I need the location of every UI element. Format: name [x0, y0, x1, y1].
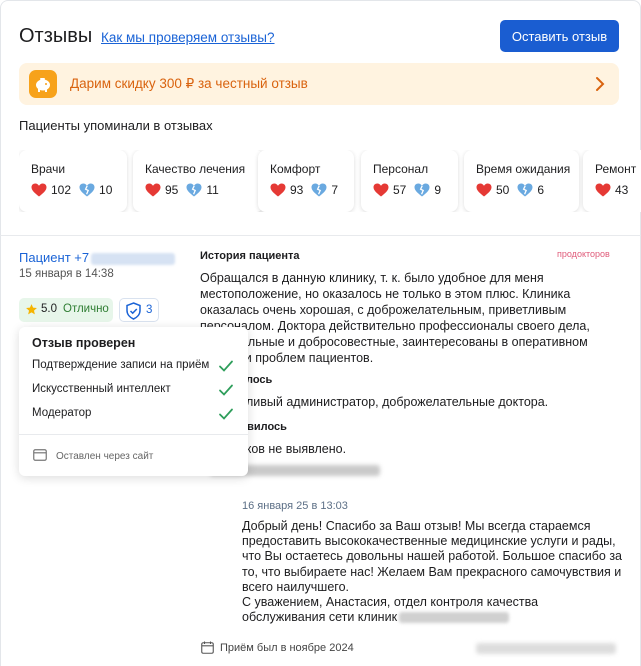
dislikes-count: 6: [537, 183, 545, 197]
heart-icon: [373, 183, 389, 197]
mention-card-comfort[interactable]: Комфорт 93 7: [258, 150, 354, 212]
review-author[interactable]: Пациент +7: [19, 250, 176, 265]
rating-value: 5.0: [41, 303, 57, 315]
mention-card-label: Время ожидания: [476, 162, 571, 176]
heart-icon: [270, 183, 286, 197]
mention-card-staff[interactable]: Персонал 57 9: [361, 150, 458, 212]
likes-count: 93: [290, 183, 304, 197]
heart-icon: [595, 183, 611, 197]
broken-heart-icon: [186, 183, 202, 197]
verification-popover: Отзыв проверен Подтверждение записи на п…: [19, 327, 248, 476]
dislikes-count: 7: [331, 183, 339, 197]
liked-text: ливый администратор, доброжелательные до…: [246, 395, 549, 409]
calendar-icon: [201, 641, 214, 654]
rating-badge: 5.0 Отлично: [19, 298, 113, 322]
review-text: Обращался в данную клинику, т. к. было у…: [200, 271, 590, 365]
check-icon: [219, 360, 233, 372]
verify-title: Отзыв проверен: [32, 336, 136, 350]
how-we-verify-link[interactable]: Как мы проверяем отзывы?: [101, 30, 275, 45]
verify-item-ai: Искусственный интеллект: [32, 383, 171, 395]
discount-promo-banner[interactable]: Дарим скидку 300 ₽ за честный отзыв: [19, 63, 619, 105]
mention-card-label: Персонал: [373, 162, 429, 176]
disliked-text: тков не выявлено.: [240, 442, 347, 456]
piggy-bank-icon: [29, 70, 57, 98]
likes-count: 43: [615, 183, 629, 197]
star-icon: [26, 304, 37, 315]
dislikes-count: 11: [206, 183, 219, 197]
hidden-doctor-blur: [476, 643, 616, 654]
hidden-clinic-name-blur: [399, 612, 510, 624]
browser-window-icon: [33, 449, 47, 461]
mention-card-treatment-quality[interactable]: Качество лечения 95 11: [133, 150, 264, 212]
verify-item-moderator: Модератор: [32, 407, 92, 419]
reviews-page: Отзывы Как мы проверяем отзывы? Оставить…: [0, 0, 641, 666]
chevron-right-icon: [596, 77, 605, 91]
divider: [19, 434, 248, 435]
dislikes-count: 10: [99, 183, 113, 197]
checks-count: 3: [146, 304, 153, 316]
hidden-phone-blur: [91, 252, 176, 265]
shield-check-icon: [126, 302, 141, 320]
heart-icon: [145, 183, 161, 197]
visit-date: Приём был в ноябре 2024: [220, 642, 354, 654]
liked-label: лось: [246, 374, 273, 386]
check-icon: [219, 384, 233, 396]
mention-card-label: Качество лечения: [145, 162, 246, 176]
broken-heart-icon: [311, 183, 327, 197]
page-title: Отзывы: [19, 25, 93, 47]
heart-icon: [31, 183, 47, 197]
reply-date: 16 января 25 в 13:03: [242, 500, 348, 512]
check-icon: [219, 408, 233, 420]
leave-review-button[interactable]: Оставить отзыв: [500, 20, 619, 52]
likes-count: 95: [165, 183, 179, 197]
mention-card-doctors[interactable]: Врачи 102 10: [19, 150, 127, 212]
rating-word: Отлично: [63, 303, 109, 315]
broken-heart-icon: [517, 183, 533, 197]
broken-heart-icon: [414, 183, 430, 197]
verify-footer: Оставлен через сайт: [56, 451, 154, 462]
review-source: продокторов: [557, 249, 610, 259]
heart-icon: [476, 183, 492, 197]
likes-count: 102: [51, 183, 72, 197]
mention-card-label: Комфорт: [270, 162, 321, 176]
patient-history-label: История пациента: [200, 250, 300, 262]
mention-card-label: Ремонт: [595, 162, 637, 176]
review-date: 15 января в 14:38: [19, 268, 114, 280]
likes-count: 50: [496, 183, 510, 197]
author-phone-prefix: Пациент +7: [19, 250, 90, 265]
mentions-label: Пациенты упоминали в отзывах: [19, 118, 213, 133]
verification-badge[interactable]: 3: [119, 298, 159, 322]
broken-heart-icon: [79, 183, 95, 197]
likes-count: 57: [393, 183, 407, 197]
mention-card-label: Врачи: [31, 162, 66, 176]
verify-item-booking: Подтверждение записи на приём: [32, 359, 210, 371]
mention-card-renovation[interactable]: Ремонт 43: [583, 150, 641, 212]
clinic-reply: Добрый день! Спасибо за Ваш отзыв! Мы вс…: [242, 519, 622, 625]
promo-text: Дарим скидку 300 ₽ за честный отзыв: [70, 76, 308, 91]
reply-body: Добрый день! Спасибо за Ваш отзыв! Мы вс…: [242, 519, 623, 594]
mention-card-waiting-time[interactable]: Время ожидания 50 6: [464, 150, 579, 212]
mention-cards: Врачи 102 10 Качество лечения 95 11 Комф…: [19, 150, 641, 212]
dislikes-count: 9: [434, 183, 442, 197]
